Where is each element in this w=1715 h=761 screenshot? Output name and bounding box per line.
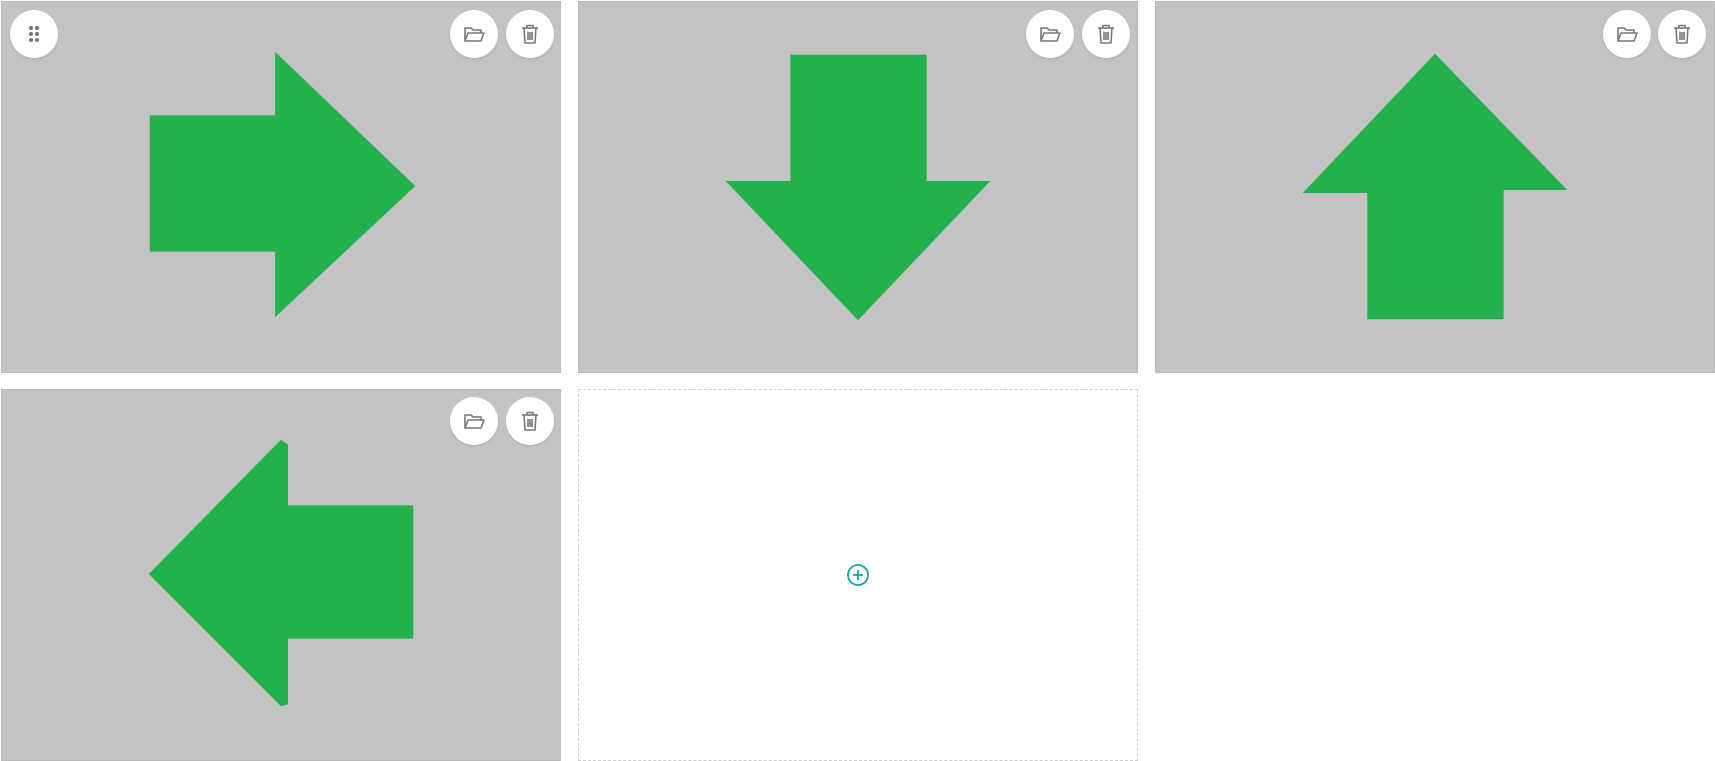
trash-icon — [1674, 24, 1690, 44]
trash-icon — [522, 411, 538, 431]
folder-open-icon — [464, 414, 485, 429]
delete-button[interactable] — [1658, 10, 1706, 58]
delete-button[interactable] — [506, 397, 554, 445]
trash-icon — [522, 24, 538, 44]
delete-button[interactable] — [506, 10, 554, 58]
drag-handle-button[interactable] — [10, 10, 58, 58]
image-tile-up-arrow[interactable] — [1155, 1, 1715, 373]
delete-button[interactable] — [1082, 10, 1130, 58]
open-folder-button[interactable] — [450, 397, 498, 445]
add-image-tile[interactable] — [578, 389, 1138, 761]
folder-open-icon — [1617, 27, 1638, 42]
image-grid — [0, 0, 1715, 761]
open-folder-button[interactable] — [1026, 10, 1074, 58]
left-arrow-image — [148, 439, 414, 707]
image-tile-down-arrow[interactable] — [578, 1, 1138, 373]
image-tile-right-arrow[interactable] — [1, 1, 561, 373]
folder-open-icon — [464, 27, 485, 42]
folder-open-icon — [1040, 27, 1061, 42]
trash-icon — [1098, 24, 1114, 44]
image-tile-left-arrow[interactable] — [1, 389, 561, 761]
add-circle-icon[interactable] — [846, 563, 870, 587]
open-folder-button[interactable] — [1603, 10, 1651, 58]
drag-handle-icon — [29, 26, 39, 42]
open-folder-button[interactable] — [450, 10, 498, 58]
